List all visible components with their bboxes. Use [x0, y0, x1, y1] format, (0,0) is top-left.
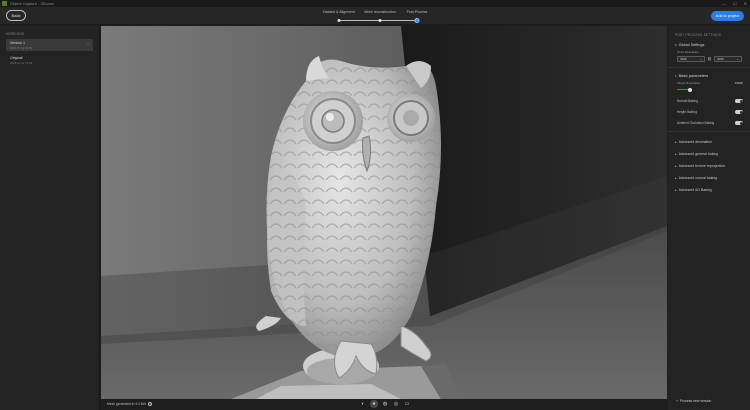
slider-handle[interactable]: [688, 87, 693, 92]
slider-label: Target Resolution: [677, 81, 701, 85]
section-title: Advanced general baking: [678, 152, 719, 156]
normal-baking-row: Normal Baking: [677, 98, 743, 104]
owl-model-render: [101, 26, 667, 399]
section-title: Advanced decimation: [678, 140, 713, 144]
version-item[interactable]: Version 1 2023-07-12 18:05 ⋯: [6, 39, 93, 51]
title-bar: Object Capture - 3Dconv — ☐ ✕: [0, 0, 750, 7]
slider-value: 10000: [734, 81, 743, 85]
3d-viewport[interactable]: [101, 26, 667, 399]
versions-header: VERSIONS: [6, 32, 25, 36]
chevron-down-icon: ⌄: [736, 57, 739, 61]
info-icon[interactable]: i: [148, 402, 153, 406]
window-title: Object Capture - 3Dconv: [10, 1, 55, 6]
toggle-label: Height Baking: [677, 110, 697, 114]
normal-baking-toggle[interactable]: [735, 99, 743, 103]
step-label-reconstruction[interactable]: Mesh reconstruction: [364, 10, 396, 14]
version-name: Original: [10, 56, 23, 60]
select-value: 4096: [680, 57, 687, 61]
select-value: 4096: [717, 57, 724, 61]
process-new-version-button[interactable]: + Process new version: [676, 399, 711, 403]
advanced-decimation-toggle[interactable]: ▸ Advanced decimation: [675, 136, 750, 148]
step-label-alignment[interactable]: Dataset & Alignment: [323, 10, 355, 14]
more-icon[interactable]: ⋯: [86, 42, 90, 47]
camera-icon[interactable]: ▭: [403, 400, 411, 408]
resolution-select-left[interactable]: 4096 ⌄: [677, 56, 705, 62]
step-dot-alignment[interactable]: [337, 18, 341, 22]
mesh-info-text: Mesh generated in 4:2 M/s: [107, 402, 147, 406]
solid-icon[interactable]: ●: [370, 400, 378, 408]
versions-panel: VERSIONS Version 1 2023-07-12 18:05 ⋯ Or…: [0, 26, 100, 410]
version-item[interactable]: Original 2023-07-12 17:54: [6, 54, 93, 66]
chevron-right-icon: ▸: [675, 140, 677, 144]
resolution-row: 4096 ⌄ ⛓ 4096 ⌄: [677, 56, 750, 62]
texel-resolution-label: Texel Resolution: [677, 50, 700, 54]
back-button[interactable]: Back: [6, 10, 26, 21]
toggle-label: Ambient Occlusion Baking: [677, 121, 715, 125]
resolution-select-right[interactable]: 4096 ⌄: [714, 56, 742, 62]
workflow-stepper: Dataset & Alignment Mesh reconstruction …: [322, 10, 430, 23]
link-icon[interactable]: ⛓: [707, 57, 712, 61]
toggle-label: Normal Baking: [677, 99, 698, 103]
ao-baking-toggle[interactable]: [735, 121, 743, 125]
step-dot-reconstruction[interactable]: [378, 18, 382, 22]
add-to-project-button[interactable]: Add to project: [711, 11, 744, 21]
plus-icon: +: [676, 399, 678, 403]
post-process-settings-panel: POST PROCESS SETTINGS ▾ Global Settings …: [668, 26, 750, 410]
basic-parameters-toggle[interactable]: ▾ Basic parameters: [675, 74, 750, 78]
advanced-texture-reprojection-toggle[interactable]: ▸ Advanced texture reprojection: [675, 160, 750, 172]
view-mode-tools: ◐ ● ◍ ◎ ▭: [359, 400, 411, 408]
app-icon: [2, 1, 7, 6]
advanced-ao-baking-toggle[interactable]: ▸ Advanced AO Baking: [675, 184, 750, 196]
divider: [668, 67, 750, 68]
window-controls: — ☐ ✕: [722, 1, 747, 6]
section-title: Advanced texture reprojection: [678, 164, 726, 168]
section-title: Basic parameters: [678, 74, 709, 78]
advanced-general-baking-toggle[interactable]: ▸ Advanced general baking: [675, 148, 750, 160]
chevron-down-icon: ▾: [675, 43, 677, 47]
height-baking-row: Height Baking: [677, 109, 743, 115]
version-name: Version 1: [10, 41, 25, 45]
global-settings-toggle[interactable]: ▾ Global Settings: [675, 43, 750, 47]
wireframe-icon[interactable]: ◐: [359, 400, 367, 408]
close-button[interactable]: ✕: [744, 1, 747, 6]
mixed-icon[interactable]: ◎: [392, 400, 400, 408]
chevron-down-icon: ▾: [675, 74, 677, 78]
chevron-right-icon: ▸: [675, 152, 677, 156]
process-label: Process new version: [679, 399, 712, 403]
section-title: Advanced AO Baking: [678, 188, 712, 192]
ao-baking-row: Ambient Occlusion Baking: [677, 120, 743, 126]
advanced-normal-baking-toggle[interactable]: ▸ Advanced normal baking: [675, 172, 750, 184]
textured-icon[interactable]: ◍: [381, 400, 389, 408]
chevron-down-icon: ⌄: [699, 57, 702, 61]
maximize-button[interactable]: ☐: [733, 1, 737, 6]
chevron-right-icon: ▸: [675, 176, 677, 180]
version-date: 2023-07-12 18:05: [10, 46, 33, 50]
chevron-right-icon: ▸: [675, 188, 677, 192]
chevron-right-icon: ▸: [675, 164, 677, 168]
target-resolution-slider[interactable]: Target Resolution 10000: [677, 81, 743, 92]
mesh-info: Mesh generated in 4:2 M/s i: [107, 402, 153, 406]
section-title: Advanced normal baking: [678, 176, 718, 180]
top-toolbar: Back Dataset & Alignment Mesh reconstruc…: [0, 7, 750, 25]
viewport-status-bar: Mesh generated in 4:2 M/s i ◐ ● ◍ ◎ ▭: [101, 399, 667, 410]
step-label-post-process[interactable]: Post-Process: [407, 10, 428, 14]
section-title: Global Settings: [678, 43, 705, 47]
minimize-button[interactable]: —: [722, 1, 726, 6]
height-baking-toggle[interactable]: [735, 110, 743, 114]
step-dot-post-process[interactable]: [414, 17, 420, 23]
version-date: 2023-07-12 17:54: [10, 61, 33, 65]
settings-header: POST PROCESS SETTINGS: [675, 33, 722, 37]
